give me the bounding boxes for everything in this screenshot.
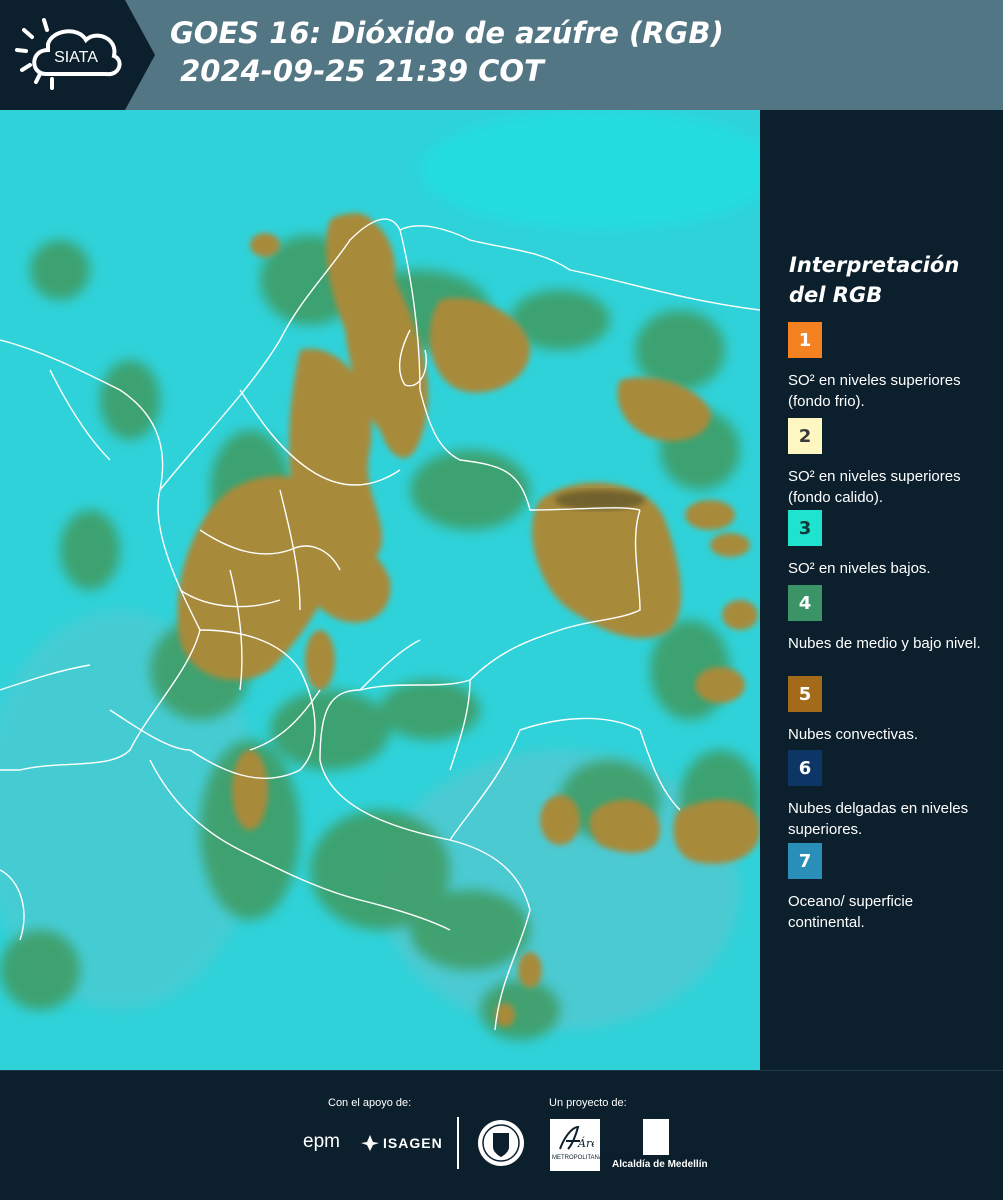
legend-item-6: 6 Nubes delgadas en niveles superiores. (788, 750, 988, 840)
legend-label-6: Nubes delgadas en niveles superiores. (788, 800, 969, 838)
footer: Con el apoyo de: Un proyecto de: epm ISA… (0, 1070, 1003, 1200)
legend-item-4: 4 Nubes de medio y bajo nivel. (788, 585, 988, 654)
legend-item-5: 5 Nubes convectivas. (788, 676, 988, 745)
alcaldia-label: Alcaldía de Medellín (612, 1159, 708, 1170)
legend-swatch-2: 2 (788, 418, 822, 454)
legend-title: Interpretación del RGB (789, 250, 989, 310)
area-metropolitana-icon: Área (559, 1125, 594, 1150)
legend-swatch-5: 5 (788, 676, 822, 712)
area-metropolitana-name: Área (577, 1136, 594, 1150)
logo-block: SIATA (0, 0, 155, 110)
satellite-map (0, 110, 760, 1070)
legend-label-5: Nubes convectivas. (788, 726, 919, 743)
legend-item-3: 3 SO² en niveles bajos. (788, 510, 988, 579)
satellite-imagery (0, 110, 760, 1070)
legend-label-2: SO² en niveles superiores (fondo calido)… (788, 468, 961, 506)
legend-swatch-6: 6 (788, 750, 822, 786)
legend-swatch-7: 7 (788, 843, 822, 879)
logo-text: SIATA (54, 49, 98, 66)
title-line-2: 2024-09-25 21:39 COT (170, 54, 544, 88)
legend-label-1: SO² en niveles superiores (fondo frio). (788, 372, 961, 410)
legend-label-4: Nubes de medio y bajo nivel. (788, 635, 981, 652)
support-label: Con el apoyo de: (328, 1097, 412, 1109)
legend-label-7: Oceano/ superficie continental. (788, 893, 914, 931)
legend-item-2: 2 SO² en niveles superiores (fondo calid… (788, 418, 988, 508)
alcaldia-shield-icon (643, 1119, 669, 1155)
legend-title-line-2: del RGB (789, 283, 883, 307)
legend-swatch-4: 4 (788, 585, 822, 621)
legend-title-line-1: Interpretación (789, 253, 960, 277)
title-line-1: GOES 16: Dióxido de azúfre (RGB) (170, 16, 724, 50)
epm-logo: epm (303, 1131, 340, 1152)
medellin-seal-icon (478, 1120, 524, 1166)
legend-swatch-1: 1 (788, 322, 822, 358)
isagen-icon (361, 1135, 379, 1151)
page-title: GOES 16: Dióxido de azúfre (RGB) 2024-09… (170, 14, 724, 90)
legend-label-3: SO² en niveles bajos. (788, 560, 931, 577)
legend-swatch-3: 3 (788, 510, 822, 546)
legend-item-7: 7 Oceano/ superficie continental. (788, 843, 988, 933)
footer-divider (457, 1117, 459, 1169)
legend-panel: Interpretación del RGB 1 SO² en niveles … (760, 110, 1003, 1070)
isagen-logo: ISAGEN (383, 1135, 443, 1151)
legend-item-1: 1 SO² en niveles superiores (fondo frio)… (788, 322, 988, 412)
header: SIATA GOES 16: Dióxido de azúfre (RGB) 2… (0, 0, 1003, 110)
project-label: Un proyecto de: (549, 1097, 627, 1109)
